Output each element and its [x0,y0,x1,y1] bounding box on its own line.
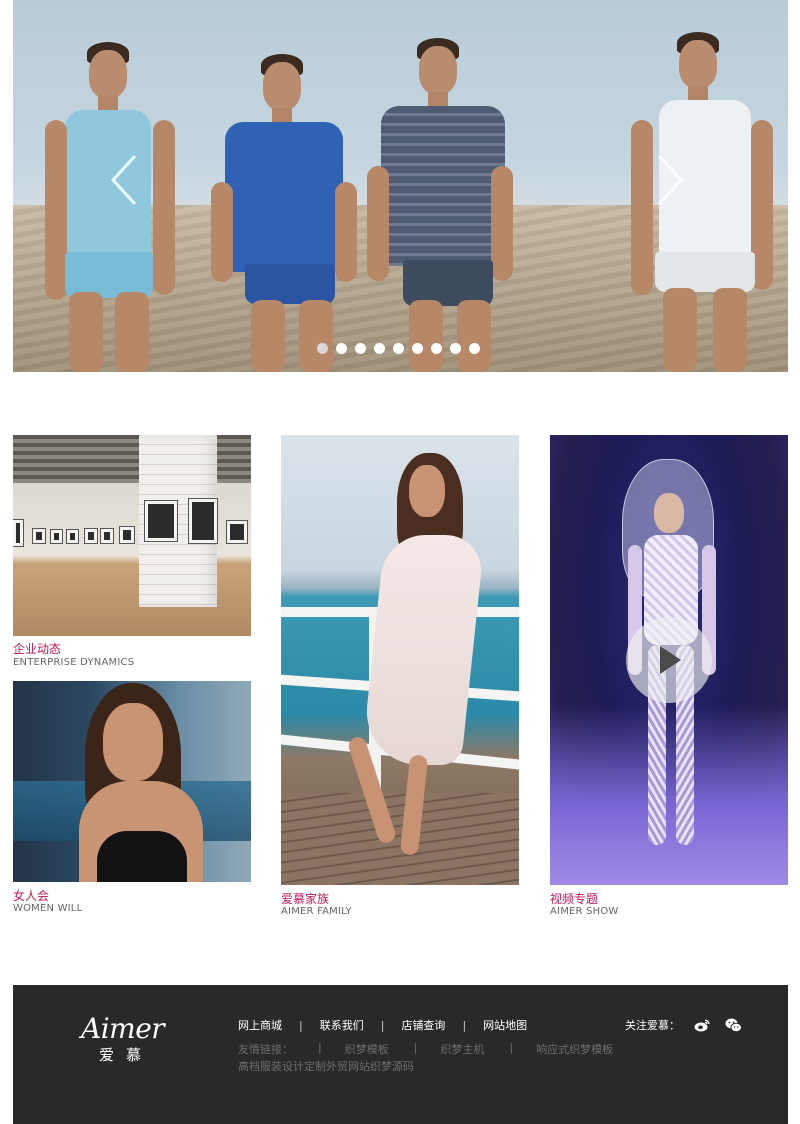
model-face [654,493,684,533]
friend-separator: | [509,1041,514,1054]
women-will-image[interactable] [13,681,251,882]
model-face [409,465,445,517]
artwork-frame [85,529,97,543]
nav-link-sitemap[interactable]: 网站地图 [483,1017,527,1033]
carousel-dot[interactable] [431,343,442,354]
friend-link[interactable]: 响应式织梦模板 [536,1041,613,1057]
video-play-button[interactable] [626,617,712,703]
footer-tagline[interactable]: 高档服装设计定制外贸网站织梦源码 [238,1058,414,1074]
friend-link[interactable]: 织梦模板 [345,1041,389,1057]
carousel-dot[interactable] [317,343,328,354]
carousel-dot[interactable] [374,343,385,354]
card-title[interactable]: 企业动态 [13,642,61,656]
artwork-frame [33,529,45,543]
friend-links-label: 友情链接： [238,1043,293,1056]
model-top [97,831,187,882]
carousel-dot[interactable] [393,343,404,354]
model-face [103,703,163,781]
card-subtitle: AIMER FAMILY [281,906,352,917]
model-figure [363,36,523,372]
nav-link-online-store[interactable]: 网上商城 [238,1017,282,1033]
card-title[interactable]: 视频专题 [550,892,598,906]
artwork-frame [101,529,113,543]
friend-links: 友情链接： | 织梦模板 | 织梦主机 | 响应式织梦模板 [238,1041,613,1057]
friend-link[interactable]: 织梦主机 [440,1041,484,1057]
enterprise-dynamics-image[interactable] [13,435,251,636]
site-footer: Aimer 爱慕 网上商城 | 联系我们 | 店铺查询 | 网站地图 友情链接：… [13,985,788,1124]
carousel-dot[interactable] [469,343,480,354]
carousel-next-button[interactable] [649,150,689,210]
nav-separator: | [380,1018,385,1032]
card-title[interactable]: 爱慕家族 [281,892,329,906]
carousel-dot[interactable] [412,343,423,354]
play-icon [660,646,681,674]
carousel-dot[interactable] [450,343,461,354]
card-subtitle: AIMER SHOW [550,906,619,917]
artwork-frame [145,501,177,541]
card-title[interactable]: 女人会 [13,889,49,903]
card-subtitle: WOMEN WILL [13,903,83,914]
card-subtitle: ENTERPRISE DYNAMICS [13,657,135,668]
nav-separator: | [462,1018,467,1032]
wechat-icon[interactable] [724,1017,742,1033]
nav-link-store-locator[interactable]: 店铺查询 [401,1017,445,1033]
nav-separator: | [299,1018,303,1032]
aimer-show-video[interactable] [550,435,788,885]
follow-label: 关注爱慕： [625,1019,680,1032]
follow-section: 关注爱慕： [625,1017,742,1033]
artwork-frame [120,527,134,543]
aimer-family-image[interactable] [281,435,519,885]
artwork-frame [227,521,247,543]
friend-separator: | [318,1041,322,1054]
chevron-left-icon [110,154,137,206]
logo-wordmark: Aimer [81,1012,165,1045]
weibo-icon[interactable] [693,1017,711,1033]
carousel-dots [317,343,480,354]
carousel-dot[interactable] [355,343,366,354]
stage-floor [550,705,788,885]
footer-nav: 网上商城 | 联系我们 | 店铺查询 | 网站地图 [238,1017,527,1033]
nav-link-contact[interactable]: 联系我们 [320,1017,364,1033]
hero-banner[interactable] [13,0,788,372]
artwork-frame [51,530,62,543]
chevron-right-icon [657,154,684,206]
artwork-frame [189,499,217,543]
brand-logo[interactable]: Aimer 爱慕 [81,1013,181,1065]
logo-chinese: 爱慕 [99,1046,154,1064]
model-dress [360,535,486,765]
friend-separator: | [413,1041,418,1054]
wooden-deck [281,793,519,885]
carousel-prev-button[interactable] [105,150,145,210]
artwork-frame [67,530,78,543]
model-figure [211,52,361,372]
carousel-dot[interactable] [336,343,347,354]
artwork-frame [13,520,23,546]
